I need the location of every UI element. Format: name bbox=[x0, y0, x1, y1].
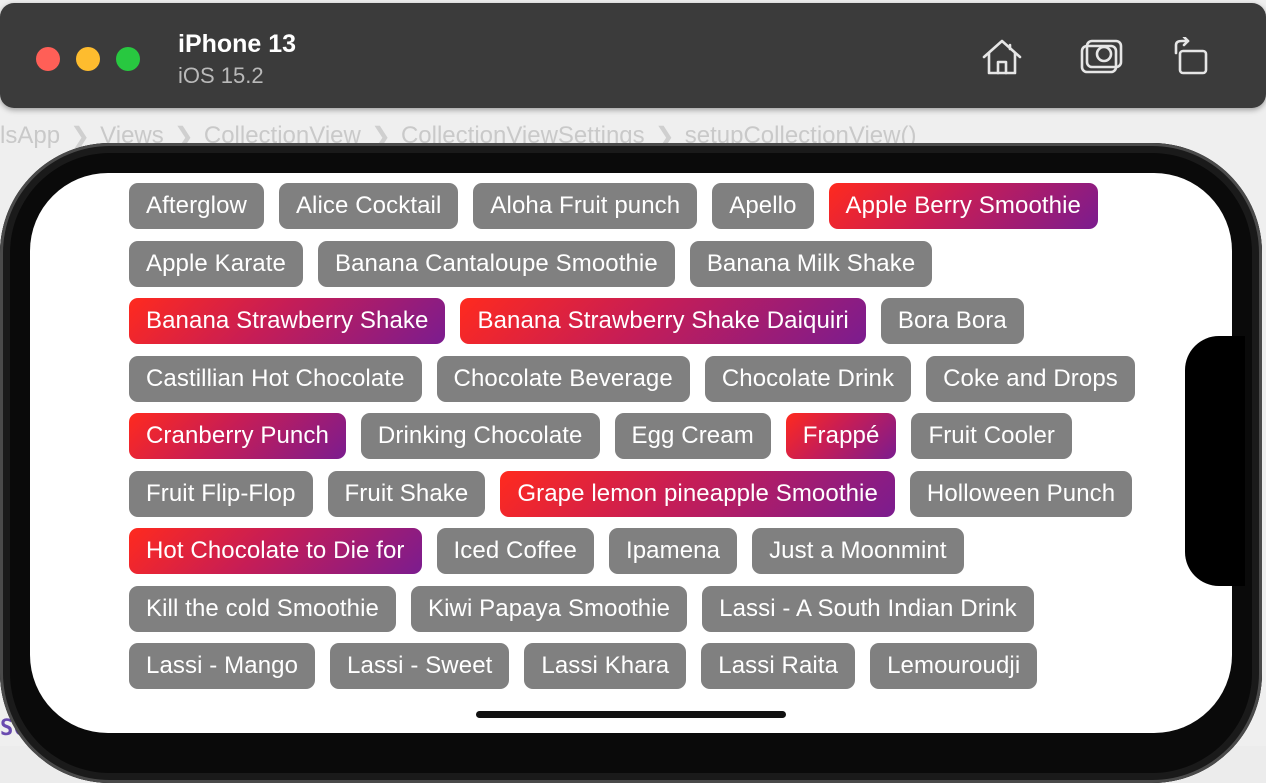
zoom-window-button[interactable] bbox=[116, 47, 140, 71]
tag-cell-selected[interactable]: Hot Chocolate to Die for bbox=[129, 528, 422, 574]
tag-cell-selected[interactable]: Banana Strawberry Shake Daiquiri bbox=[460, 298, 866, 344]
home-icon[interactable] bbox=[979, 37, 1025, 77]
tag-cell[interactable]: Lassi Khara bbox=[524, 643, 687, 689]
tag-row: Afterglow Alice Cocktail Aloha Fruit punch… bbox=[129, 183, 1169, 229]
tag-cell[interactable]: Lassi - A South Indian Drink bbox=[702, 585, 1034, 632]
tag-cell[interactable]: Bora Bora bbox=[880, 298, 1024, 344]
camera-notch bbox=[1185, 336, 1245, 586]
tag-cell[interactable]: Drinking Chocolate bbox=[360, 413, 600, 459]
tag-row: Fruit Flip-Flop Fruit Shake Grape lemon pi… bbox=[129, 470, 1169, 517]
tag-cell[interactable]: Aloha Fruit punch bbox=[473, 183, 698, 229]
tag-cell[interactable]: Fruit Flip-Flop bbox=[129, 470, 313, 517]
tag-row: Kill the cold Smoothie Kiwi Papaya Smooth… bbox=[129, 585, 1169, 632]
camera-icon[interactable] bbox=[1078, 37, 1124, 77]
minimize-window-button[interactable] bbox=[76, 47, 100, 71]
tag-cell[interactable]: Alice Cocktail bbox=[278, 183, 459, 229]
tag-cell-selected[interactable]: Frappé bbox=[785, 413, 897, 459]
simulator-title-bar: iPhone 13 iOS 15.2 bbox=[0, 3, 1266, 108]
tag-cell-selected[interactable]: Grape lemon pineapple Smoothie bbox=[500, 470, 895, 517]
tag-cell[interactable]: Banana Milk Shake bbox=[689, 240, 933, 287]
tag-cell[interactable]: Coke and Drops bbox=[926, 355, 1135, 402]
tag-cell[interactable]: Banana Cantaloupe Smoothie bbox=[317, 240, 675, 287]
home-indicator[interactable] bbox=[476, 711, 786, 718]
tag-cell[interactable]: Lassi Raita bbox=[701, 643, 856, 689]
tag-row: Lassi - Mango Lassi - Sweet Lassi Khara Las… bbox=[129, 643, 1169, 689]
tag-cell[interactable]: Chocolate Beverage bbox=[436, 355, 690, 402]
tag-cell-selected[interactable]: Cranberry Punch bbox=[129, 413, 346, 459]
tag-cell[interactable]: Iced Coffee bbox=[436, 528, 594, 574]
close-window-button[interactable] bbox=[36, 47, 60, 71]
tag-row: Castillian Hot Chocolate Chocolate Bevera… bbox=[129, 355, 1169, 402]
tag-cell[interactable]: Fruit Cooler bbox=[911, 413, 1073, 459]
tag-row: Cranberry Punch Drinking Chocolate Egg Cre… bbox=[129, 413, 1169, 459]
tag-cell[interactable]: Apello bbox=[712, 183, 814, 229]
tag-row: Hot Chocolate to Die for Iced Coffee Ipame… bbox=[129, 528, 1169, 574]
tag-row: Banana Strawberry Shake Banana Strawberry… bbox=[129, 298, 1169, 344]
tag-cell[interactable]: Chocolate Drink bbox=[704, 355, 912, 402]
tag-cell[interactable]: Kill the cold Smoothie bbox=[129, 585, 396, 632]
tag-collection-view: Afterglow Alice Cocktail Aloha Fruit punch… bbox=[129, 183, 1169, 701]
tag-cell[interactable]: Lassi - Mango bbox=[129, 643, 316, 689]
tag-cell[interactable]: Lassi - Sweet bbox=[330, 643, 510, 689]
tag-cell[interactable]: Afterglow bbox=[129, 183, 264, 229]
tag-cell[interactable]: Castillian Hot Chocolate bbox=[129, 355, 422, 402]
tag-cell[interactable]: Just a Moonmint bbox=[752, 528, 964, 574]
rotate-icon[interactable] bbox=[1168, 35, 1214, 77]
tag-cell[interactable]: Egg Cream bbox=[614, 413, 771, 459]
tag-cell[interactable]: Holloween Punch bbox=[909, 470, 1133, 517]
tag-cell[interactable]: Kiwi Papaya Smoothie bbox=[411, 585, 688, 632]
tag-cell-selected[interactable]: Banana Strawberry Shake bbox=[129, 298, 446, 344]
tag-cell-selected[interactable]: Apple Berry Smoothie bbox=[828, 183, 1098, 229]
tag-cell[interactable]: Apple Karate bbox=[129, 240, 303, 287]
os-version: iOS 15.2 bbox=[178, 63, 264, 88]
breadcrumb-item[interactable]: lsApp bbox=[0, 122, 60, 150]
tag-cell[interactable]: Lemouroudji bbox=[870, 643, 1038, 689]
tag-row: Apple Karate Banana Cantaloupe Smoothie Ba… bbox=[129, 240, 1169, 287]
tag-cell[interactable]: Ipamena bbox=[608, 528, 738, 574]
tag-cell[interactable]: Fruit Shake bbox=[327, 470, 486, 517]
device-name: iPhone 13 bbox=[178, 30, 297, 58]
